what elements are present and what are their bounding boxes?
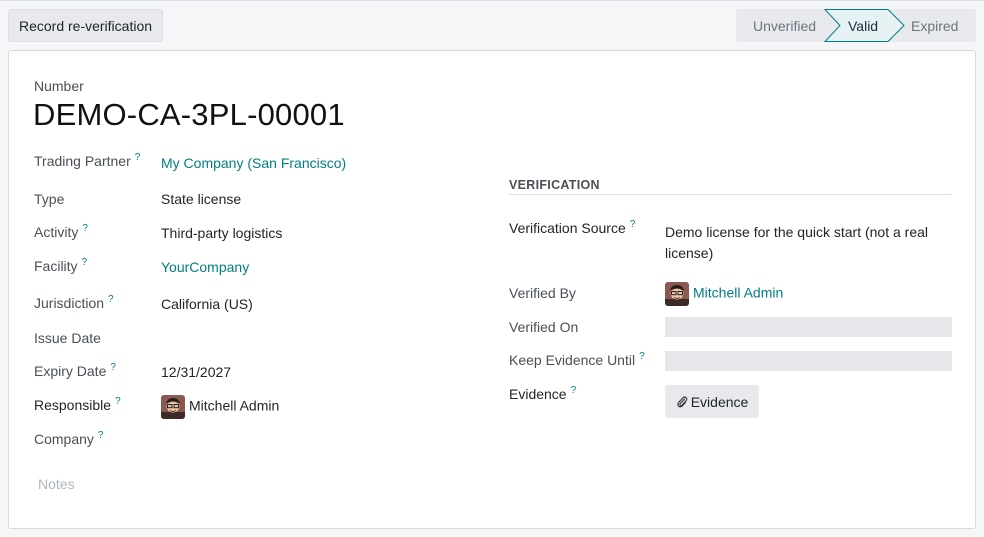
avatar [665, 282, 689, 306]
issue-date-value[interactable] [161, 330, 441, 348]
record-number: DEMO-CA-3PL-00001 [33, 97, 345, 132]
company-value[interactable] [161, 431, 441, 449]
stage-expired[interactable]: Expired [911, 9, 958, 42]
verified-on-label: Verified On [509, 319, 579, 335]
facility-label: Facility? [34, 257, 88, 274]
trading-partner-label: Trading Partner? [34, 152, 141, 169]
stage-valid[interactable]: Valid [848, 9, 878, 42]
expiry-date-label: Expiry Date? [34, 362, 116, 379]
help-icon[interactable]: ? [115, 396, 121, 407]
top-border [0, 0, 984, 1]
type-label: Type [34, 191, 65, 207]
evidence-label: Evidence? [509, 385, 577, 402]
keep-evidence-until-label: Keep Evidence Until? [509, 351, 645, 368]
responsible-value[interactable]: Mitchell Admin [161, 395, 279, 419]
help-icon[interactable]: ? [108, 294, 114, 305]
verified-by-value[interactable]: Mitchell Admin [665, 282, 783, 306]
stage-unverified[interactable]: Unverified [753, 9, 816, 42]
help-icon[interactable]: ? [82, 257, 88, 268]
verified-on-input[interactable] [665, 317, 952, 337]
keep-evidence-until-input[interactable] [665, 351, 952, 371]
help-icon[interactable]: ? [82, 223, 88, 234]
help-icon[interactable]: ? [98, 430, 104, 441]
type-value[interactable]: State license [161, 191, 241, 207]
activity-label: Activity? [34, 223, 88, 240]
responsible-label: Responsible? [34, 396, 121, 413]
issue-date-label: Issue Date [34, 330, 101, 346]
verification-source-line-2: license) [665, 245, 714, 261]
evidence-button-label: Evidence [690, 393, 749, 410]
form-sheet: Number DEMO-CA-3PL-00001 Trading Partner… [8, 50, 976, 529]
verification-source-value[interactable]: Demo license for the quick start (not a … [665, 222, 955, 264]
help-icon[interactable]: ? [571, 385, 577, 396]
verification-source-label: Verification Source? [509, 219, 636, 236]
record-reverification-button[interactable]: Record re-verification [8, 9, 163, 42]
help-icon[interactable]: ? [110, 362, 116, 373]
section-divider [509, 194, 952, 195]
help-icon[interactable]: ? [639, 351, 645, 362]
jurisdiction-value[interactable]: California (US) [161, 296, 253, 312]
paperclip-icon [676, 396, 688, 408]
facility-value[interactable]: YourCompany [161, 259, 249, 275]
avatar [161, 395, 185, 419]
verified-by-name[interactable]: Mitchell Admin [693, 285, 783, 301]
activity-value[interactable]: Third-party logistics [161, 225, 282, 241]
trading-partner-value[interactable]: My Company (San Francisco) [161, 155, 346, 171]
evidence-upload-button[interactable]: Evidence [665, 385, 759, 418]
number-label: Number [34, 78, 84, 94]
verification-section-title: VERIFICATION [509, 178, 600, 192]
help-icon[interactable]: ? [630, 219, 636, 230]
notes-field[interactable]: Notes [38, 476, 75, 492]
company-label: Company? [34, 430, 104, 447]
responsible-name: Mitchell Admin [189, 397, 280, 414]
status-bar: Unverified Valid Expired [736, 9, 976, 42]
help-icon[interactable]: ? [135, 152, 141, 163]
expiry-date-value[interactable]: 12/31/2027 [161, 364, 231, 380]
jurisdiction-label: Jurisdiction? [34, 294, 114, 311]
verification-source-line-1: Demo license for the quick start (not a … [665, 224, 929, 240]
verified-by-label: Verified By [509, 285, 576, 301]
